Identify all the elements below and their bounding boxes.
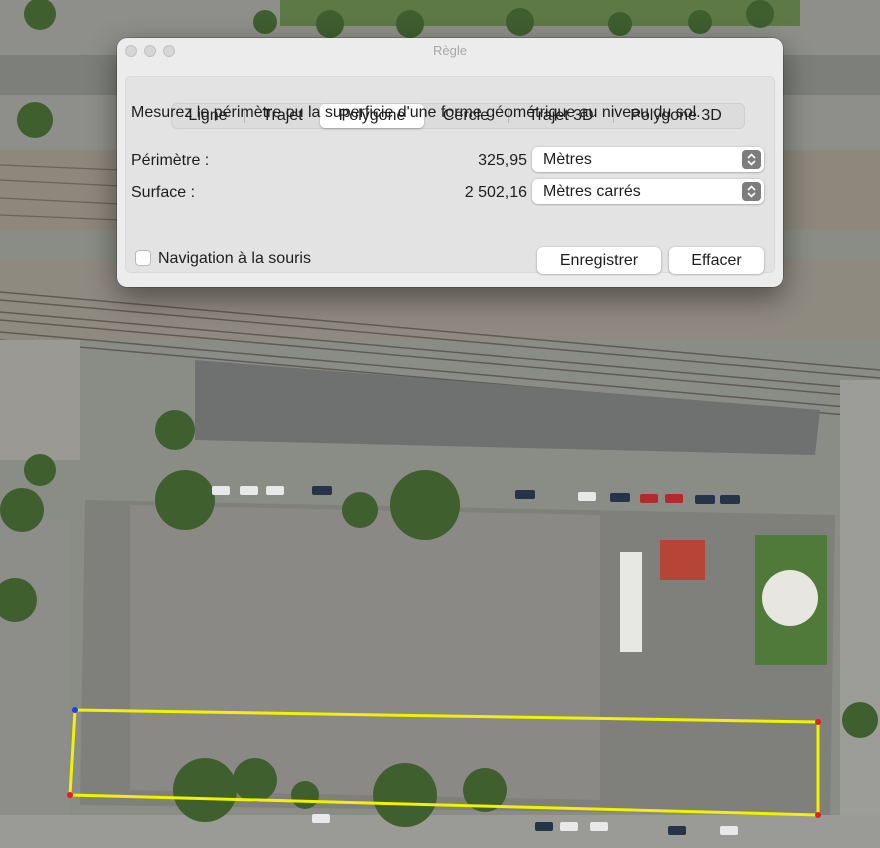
ruler-window: Règle Ligne Trajet Polygone Cercle Traje…	[117, 38, 783, 287]
save-button[interactable]: Enregistrer	[537, 247, 661, 274]
area-value: 2 502,16	[464, 184, 527, 201]
chevron-up-down-icon	[742, 150, 761, 169]
perimeter-value: 325,95	[478, 152, 527, 169]
description-text: Mesurez le périmètre ou la superficie d'…	[131, 104, 701, 121]
polygon-vertex	[67, 792, 73, 798]
perimeter-unit-select[interactable]: Mètres	[532, 147, 764, 172]
polygon-vertex	[815, 719, 821, 725]
polygon-vertex-first	[72, 707, 78, 713]
perimeter-unit-value: Mètres	[543, 151, 592, 168]
mouse-navigation-checkbox[interactable]	[135, 250, 151, 266]
window-title: Règle	[433, 43, 467, 58]
area-unit-select[interactable]: Mètres carrés	[532, 179, 764, 204]
perimeter-label: Périmètre :	[131, 152, 210, 169]
title-bar[interactable]: Règle	[117, 38, 783, 64]
area-unit-value: Mètres carrés	[543, 183, 641, 200]
chevron-up-down-icon	[742, 182, 761, 201]
polygon-vertex	[815, 812, 821, 818]
area-label: Surface :	[131, 184, 196, 201]
mouse-navigation-label[interactable]: Navigation à la souris	[158, 250, 311, 268]
clear-button[interactable]: Effacer	[669, 247, 764, 274]
